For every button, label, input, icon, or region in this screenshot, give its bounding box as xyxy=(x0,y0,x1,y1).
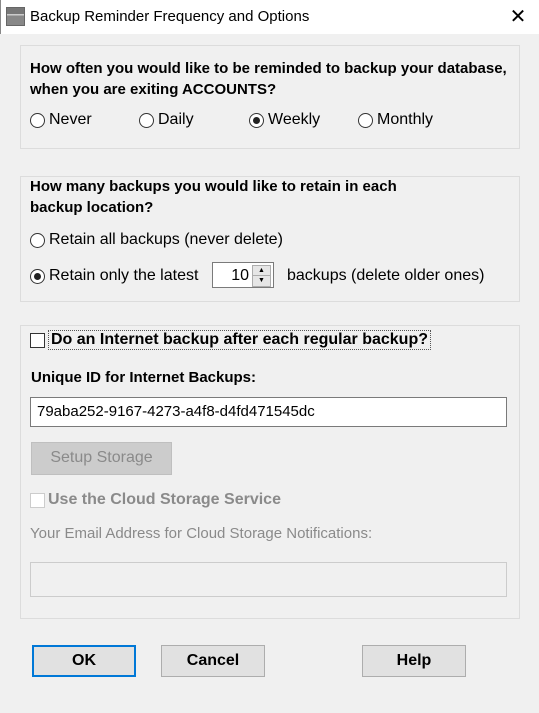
checkbox-label: Use the Cloud Storage Service xyxy=(48,491,281,508)
spin-down-icon[interactable]: ▼ xyxy=(252,275,271,287)
radio-monthly[interactable]: Monthly xyxy=(358,111,433,129)
radio-label: Never xyxy=(49,111,92,128)
radio-circle xyxy=(139,112,154,128)
calculator-icon xyxy=(6,7,25,26)
help-button[interactable]: Help xyxy=(362,645,466,677)
window-title: Backup Reminder Frequency and Options xyxy=(30,8,310,25)
radio-circle xyxy=(30,232,45,248)
radio-circle xyxy=(358,112,373,128)
backup-count-value: 10 xyxy=(231,267,249,284)
uid-label: Unique ID for Internet Backups: xyxy=(31,369,257,386)
radio-never[interactable]: Never xyxy=(30,111,92,129)
radio-label: Daily xyxy=(158,111,194,128)
radio-label: Weekly xyxy=(268,111,321,128)
radio-circle xyxy=(30,112,45,128)
radio-circle xyxy=(249,112,264,128)
radio-label: Retain only the latest xyxy=(49,267,199,284)
close-icon[interactable]: ✕ xyxy=(506,4,530,29)
radio-circle xyxy=(30,268,45,284)
uid-field[interactable]: 79aba252-9167-4273-a4f8-d4fd471545dc xyxy=(30,397,507,427)
retain-question: How many backups you would like to retai… xyxy=(30,178,397,216)
radio-label: Monthly xyxy=(377,111,434,128)
checkbox-box xyxy=(30,332,45,348)
retain-suffix: backups (delete older ones) xyxy=(287,267,485,284)
ok-button[interactable]: OK xyxy=(32,645,136,677)
checkbox-label: Do an Internet backup after each regular… xyxy=(48,330,431,350)
radio-retain-latest[interactable]: Retain only the latest xyxy=(30,267,198,285)
frequency-question: How often you would like to be reminded … xyxy=(30,60,507,98)
setup-storage-button[interactable]: Setup Storage xyxy=(31,442,172,475)
radio-retain-all[interactable]: Retain all backups (never delete) xyxy=(30,231,283,249)
email-label: Your Email Address for Cloud Storage Not… xyxy=(30,525,373,542)
cancel-button[interactable]: Cancel xyxy=(161,645,265,677)
radio-daily[interactable]: Daily xyxy=(139,111,194,129)
cloud-storage-checkbox[interactable]: Use the Cloud Storage Service xyxy=(30,491,281,509)
radio-weekly[interactable]: Weekly xyxy=(249,111,320,129)
backup-count-stepper[interactable]: 10 ▲ ▼ xyxy=(212,262,274,288)
radio-label: Retain all backups (never delete) xyxy=(49,231,283,248)
internet-backup-checkbox[interactable]: Do an Internet backup after each regular… xyxy=(30,330,431,350)
email-field[interactable] xyxy=(30,562,507,597)
checkbox-box xyxy=(30,492,45,508)
